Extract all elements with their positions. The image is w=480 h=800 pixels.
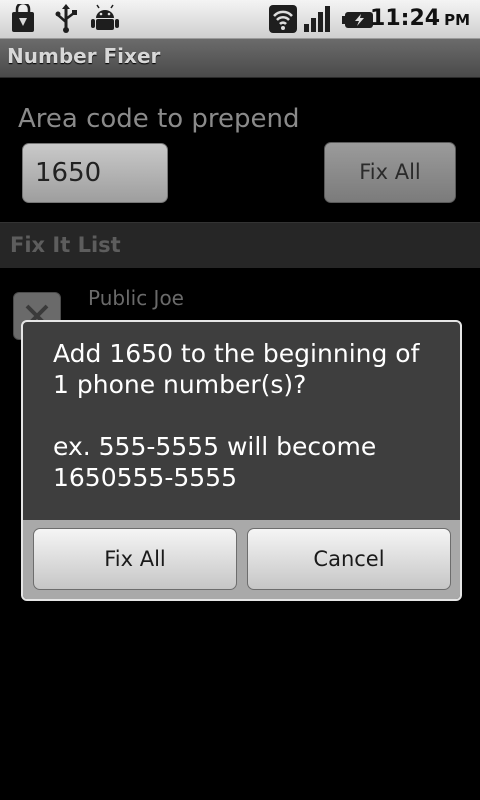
signal-icon: [302, 4, 336, 38]
status-time-ampm: PM: [444, 11, 470, 29]
area-code-label: Area code to prepend: [18, 104, 300, 134]
area-code-input[interactable]: 1650: [22, 143, 168, 203]
status-time-value: 11:24: [370, 6, 441, 31]
fix-it-list-title: Fix It List: [10, 233, 121, 257]
dialog-fix-all-button[interactable]: Fix All: [33, 528, 237, 590]
confirm-dialog: Add 1650 to the beginning of 1 phone num…: [21, 320, 462, 601]
fix-it-list-header: Fix It List: [0, 222, 480, 268]
app-title: Number Fixer: [7, 44, 161, 68]
dialog-message-question: Add 1650 to the beginning of 1 phone num…: [53, 339, 420, 399]
dialog-button-bar: Fix All Cancel: [23, 520, 460, 599]
status-bar: 11:24 PM: [0, 0, 480, 39]
usb-icon: [52, 4, 80, 38]
dialog-message-example: ex. 555-5555 will become 1650555-5555: [53, 432, 377, 492]
dialog-message: Add 1650 to the beginning of 1 phone num…: [53, 338, 443, 493]
fix-all-button[interactable]: Fix All: [324, 142, 456, 203]
wifi-icon: [268, 4, 298, 38]
dialog-cancel-button[interactable]: Cancel: [247, 528, 451, 590]
contact-name: Public Joe: [88, 286, 184, 310]
shopping-bag-icon: [10, 1, 36, 38]
status-time: 11:24 PM: [370, 4, 470, 34]
app-title-bar: Number Fixer: [0, 39, 480, 78]
android-icon: [90, 4, 120, 38]
